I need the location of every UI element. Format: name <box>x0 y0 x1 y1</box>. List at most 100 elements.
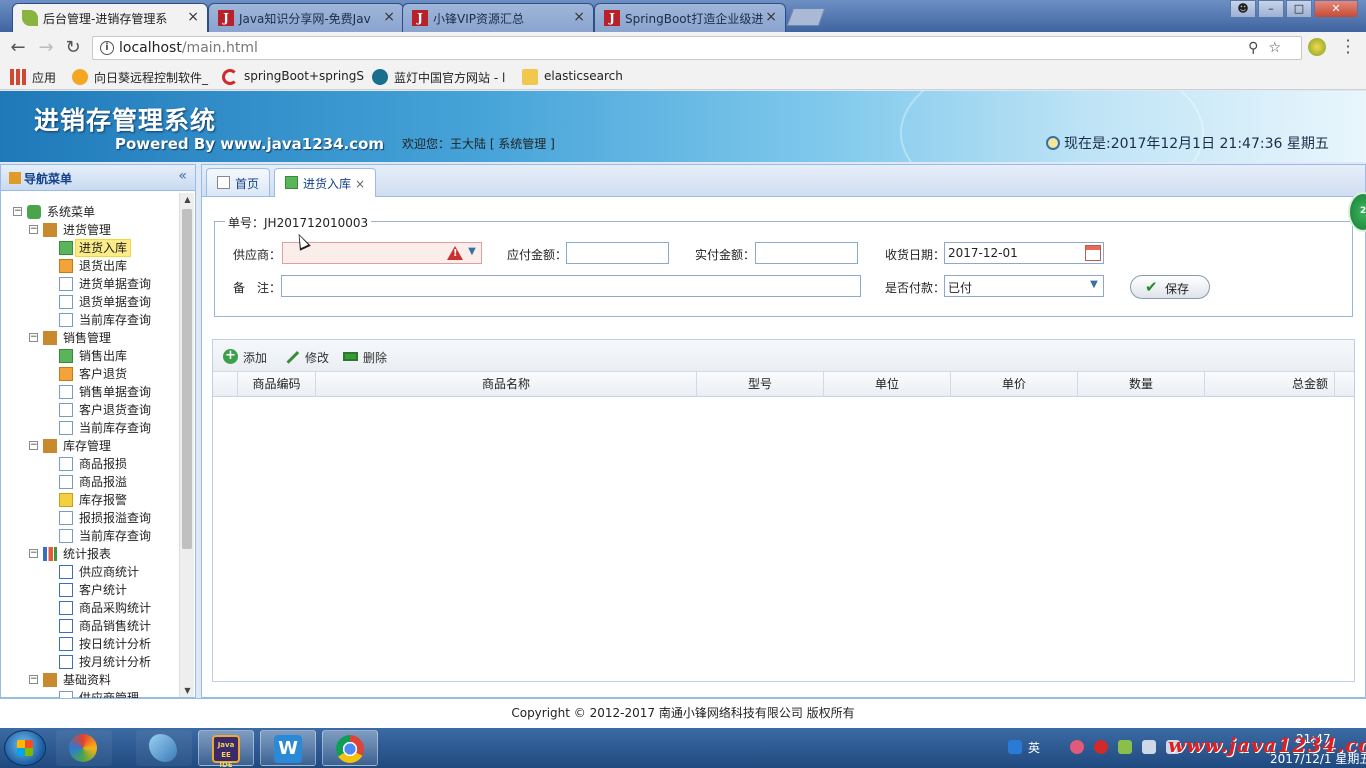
browser-tab-springboot[interactable]: J SpringBoot打造企业级进 × <box>594 3 786 32</box>
maximize-icon[interactable]: □ <box>1286 0 1312 18</box>
taskbar-app-eclipse[interactable]: Java EE IDE <box>198 730 254 768</box>
reload-icon[interactable]: ↻ <box>63 38 83 58</box>
tree-toggle-icon[interactable]: − <box>29 549 38 558</box>
tree-item[interactable]: 进货入库 <box>1 239 179 257</box>
remark-input[interactable] <box>281 275 861 297</box>
save-button[interactable]: ✔ 保存 <box>1130 275 1210 299</box>
delete-button[interactable]: 删除 <box>343 349 387 366</box>
info-icon[interactable]: i <box>100 41 114 55</box>
tree-item[interactable]: 按月统计分析 <box>1 653 179 671</box>
is-paid-select[interactable]: 已付 <box>944 275 1104 297</box>
tree-item[interactable]: 报损报溢查询 <box>1 509 179 527</box>
tree-item[interactable]: − 库存管理 <box>1 437 179 455</box>
column-header[interactable]: 型号 <box>697 372 824 397</box>
star-icon[interactable]: ☆ <box>1268 40 1291 56</box>
bookmark-sunflower[interactable]: 向日葵远程控制软件_ <box>72 69 208 86</box>
address-bar[interactable]: i localhost/main.html ⚲☆ <box>92 36 1302 60</box>
tree-item[interactable]: 商品销售统计 <box>1 617 179 635</box>
tree-toggle-icon[interactable]: − <box>29 333 38 342</box>
chevron-down-icon[interactable]: ▼ <box>463 243 481 263</box>
payable-input[interactable] <box>566 242 669 264</box>
browser-tab-vip[interactable]: J 小锋VIP资源汇总 × <box>402 3 594 32</box>
tree-item[interactable]: 销售出库 <box>1 347 179 365</box>
new-tab-button[interactable] <box>786 8 826 26</box>
user-icon[interactable]: ☻ <box>1230 0 1256 18</box>
ime-text[interactable]: 英 <box>1028 739 1040 756</box>
taskbar-app-wps[interactable]: W <box>260 730 316 766</box>
tab-home[interactable]: 首页 <box>206 168 271 196</box>
minimize-icon[interactable]: – <box>1258 0 1284 18</box>
tree-item[interactable]: 进货单据查询 <box>1 275 179 293</box>
close-icon[interactable]: × <box>765 9 777 25</box>
calendar-icon[interactable] <box>1085 245 1101 261</box>
tree-item[interactable]: 退货出库 <box>1 257 179 275</box>
tree-item[interactable]: 退货单据查询 <box>1 293 179 311</box>
close-icon[interactable]: × <box>383 9 395 25</box>
volume-icon[interactable] <box>1142 740 1156 754</box>
tree-toggle-icon[interactable]: − <box>29 675 38 684</box>
tree-toggle-icon[interactable]: − <box>29 441 38 450</box>
browser-tab-admin[interactable]: 后台管理-进销存管理系 × <box>12 3 208 32</box>
tab-close-icon[interactable]: × <box>355 177 365 191</box>
scroll-down-icon[interactable]: ▼ <box>180 686 195 695</box>
tree-item[interactable]: 客户退货查询 <box>1 401 179 419</box>
add-button[interactable]: + 添加 <box>223 349 267 366</box>
tree-toggle-icon[interactable]: − <box>29 225 38 234</box>
forward-icon[interactable]: → <box>36 38 56 58</box>
back-icon[interactable]: ← <box>8 38 28 58</box>
column-header[interactable]: 商品编码 <box>238 372 316 397</box>
key-icon[interactable]: ⚲ <box>1248 40 1268 56</box>
column-header[interactable]: 单价 <box>951 372 1078 397</box>
bookmark-apps[interactable]: 应用 <box>10 69 56 86</box>
tree-item[interactable]: 按日统计分析 <box>1 635 179 653</box>
menu-dots-icon[interactable]: · · · <box>1343 33 1353 61</box>
taskbar-app-picasa[interactable] <box>56 730 112 766</box>
taskbar-app-mysql[interactable] <box>136 730 192 766</box>
tree-item[interactable]: 当前库存查询 <box>1 311 179 329</box>
tree-item[interactable]: 商品报损 <box>1 455 179 473</box>
bookmark-lantern[interactable]: 蓝灯中国官方网站 - l <box>372 69 505 86</box>
tree-item[interactable]: − 进货管理 <box>1 221 179 239</box>
tree-item[interactable]: 客户退货 <box>1 365 179 383</box>
column-header[interactable]: 总金额 <box>1205 372 1335 397</box>
taskbar-app-chrome[interactable] <box>322 730 378 766</box>
browser-tab-java-share[interactable]: J Java知识分享网-免费Jav × <box>208 3 404 32</box>
start-button[interactable] <box>4 730 46 766</box>
bookmark-elasticsearch[interactable]: elasticsearch <box>522 69 623 85</box>
column-header[interactable]: 数量 <box>1078 372 1205 397</box>
tree-item[interactable]: 库存报警 <box>1 491 179 509</box>
column-header[interactable]: 商品名称 <box>316 372 697 397</box>
collapse-icon[interactable]: « <box>178 168 187 184</box>
receive-date-input[interactable]: 2017-12-01 <box>944 242 1104 264</box>
tree-toggle-icon[interactable]: − <box>13 207 22 216</box>
tree-item[interactable]: 商品报溢 <box>1 473 179 491</box>
input-method-icon[interactable] <box>1008 740 1022 754</box>
tab-purchase-in[interactable]: 进货入库 × <box>274 168 377 197</box>
tree-item[interactable]: 供应商管理 <box>1 689 179 698</box>
paid-input[interactable] <box>755 242 858 264</box>
scrollbar-thumb[interactable] <box>182 209 192 549</box>
close-icon[interactable]: × <box>573 9 585 25</box>
tree-item[interactable]: 客户统计 <box>1 581 179 599</box>
tree-item[interactable]: 商品采购统计 <box>1 599 179 617</box>
tree-item[interactable]: 当前库存查询 <box>1 419 179 437</box>
bookmark-springboot[interactable]: springBoot+springS <box>222 69 364 85</box>
security-icon[interactable] <box>1094 740 1108 754</box>
tree-item[interactable]: − 销售管理 <box>1 329 179 347</box>
nav-scrollbar[interactable]: ▲ ▼ <box>179 193 194 697</box>
edit-button[interactable]: 修改 <box>285 349 329 366</box>
scroll-up-icon[interactable]: ▲ <box>180 195 195 204</box>
flower-icon[interactable] <box>1070 740 1084 754</box>
extension-icon[interactable] <box>1308 38 1326 56</box>
network-tool-icon[interactable] <box>1118 740 1132 754</box>
close-icon[interactable]: × <box>187 9 199 25</box>
chevron-down-icon[interactable]: ▼ <box>1085 276 1103 296</box>
tree-item[interactable]: − 系统菜单 <box>1 203 179 221</box>
tree-item[interactable]: 当前库存查询 <box>1 527 179 545</box>
window-close-icon[interactable]: ✕ <box>1314 0 1358 18</box>
tree-item[interactable]: − 基础资料 <box>1 671 179 689</box>
column-header[interactable]: 单位 <box>824 372 951 397</box>
tree-item[interactable]: 供应商统计 <box>1 563 179 581</box>
tree-item[interactable]: 销售单据查询 <box>1 383 179 401</box>
tree-item[interactable]: − 统计报表 <box>1 545 179 563</box>
